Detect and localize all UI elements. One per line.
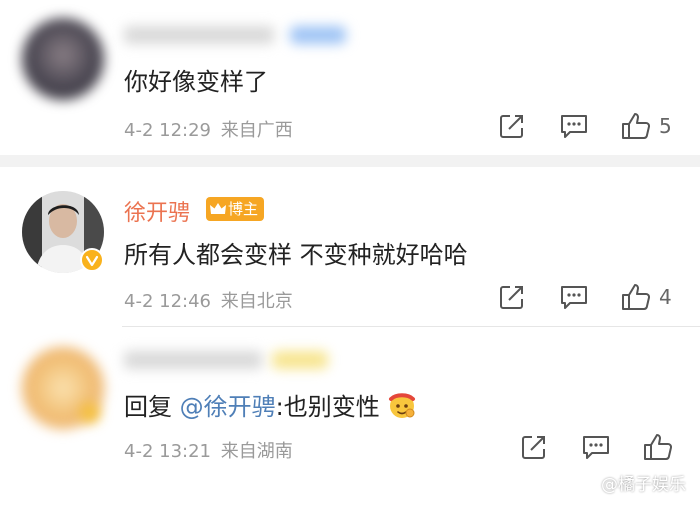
share-icon[interactable] bbox=[498, 283, 526, 311]
username[interactable]: 徐开骋 bbox=[124, 195, 190, 227]
comment-meta: 4-2 12:46 来自北京 bbox=[124, 287, 293, 313]
comment-text: 你好像变样了 bbox=[124, 68, 268, 96]
comment-item-2: 徐开骋 博主 所有人都会变样 不变种就好哈哈 4-2 12:46 来自北京 4 bbox=[0, 167, 700, 325]
comment-icon[interactable] bbox=[559, 112, 589, 140]
blogger-badge: 博主 bbox=[206, 197, 265, 221]
comment-time: 4-2 12:46 bbox=[124, 291, 211, 312]
comment-icon[interactable] bbox=[559, 283, 589, 311]
comment-meta: 4-2 12:29 来自广西 bbox=[124, 116, 293, 142]
comment-location: 来自湖南 bbox=[220, 441, 293, 462]
comment-meta: 4-2 13:21 来自湖南 bbox=[124, 437, 293, 463]
weibo-logo-icon bbox=[577, 476, 596, 492]
comment-actions: 4 bbox=[498, 283, 672, 311]
username-blurred[interactable] bbox=[124, 351, 262, 369]
comment-icon[interactable] bbox=[581, 433, 611, 461]
comment-actions bbox=[520, 433, 681, 461]
mention-link[interactable]: @徐开骋 bbox=[180, 393, 276, 421]
comment-time: 4-2 12:29 bbox=[124, 120, 211, 141]
like-icon[interactable] bbox=[643, 433, 673, 461]
user-badge-blurred bbox=[290, 26, 346, 44]
comment-actions: 5 bbox=[498, 112, 672, 140]
crown-icon bbox=[209, 200, 227, 218]
section-divider bbox=[0, 155, 700, 167]
comment-text: 回复 @徐开骋:也别变性 bbox=[124, 387, 417, 422]
avatar[interactable] bbox=[22, 18, 104, 100]
verified-icon bbox=[80, 248, 104, 272]
comment-text: 所有人都会变样 不变种就好哈哈 bbox=[124, 241, 468, 269]
comment-time: 4-2 13:21 bbox=[124, 441, 211, 462]
emoji-icon bbox=[387, 390, 417, 420]
comment-location: 来自广西 bbox=[220, 120, 293, 141]
watermark: @橘子娱乐 bbox=[577, 470, 686, 495]
like-count: 4 bbox=[659, 285, 672, 309]
like-count: 5 bbox=[659, 114, 672, 138]
share-icon[interactable] bbox=[498, 112, 526, 140]
reply-prefix: 回复 bbox=[124, 393, 172, 421]
username-blurred[interactable] bbox=[124, 26, 274, 44]
blogger-badge-label: 博主 bbox=[228, 200, 259, 218]
reply-text: :也别变性 bbox=[275, 393, 380, 421]
share-icon[interactable] bbox=[520, 433, 548, 461]
user-level-blurred bbox=[272, 351, 328, 369]
comment-thread: 你好像变样了 4-2 12:29 来自广西 5 徐开骋 博主 所有人都会变样 不… bbox=[0, 0, 700, 505]
user-badge-blurred bbox=[80, 403, 100, 423]
like-icon[interactable] bbox=[621, 112, 651, 140]
comment-item-1: 你好像变样了 4-2 12:29 来自广西 5 bbox=[0, 0, 700, 150]
comment-location: 来自北京 bbox=[220, 291, 293, 312]
watermark-text: @橘子娱乐 bbox=[601, 475, 686, 495]
like-icon[interactable] bbox=[621, 283, 651, 311]
